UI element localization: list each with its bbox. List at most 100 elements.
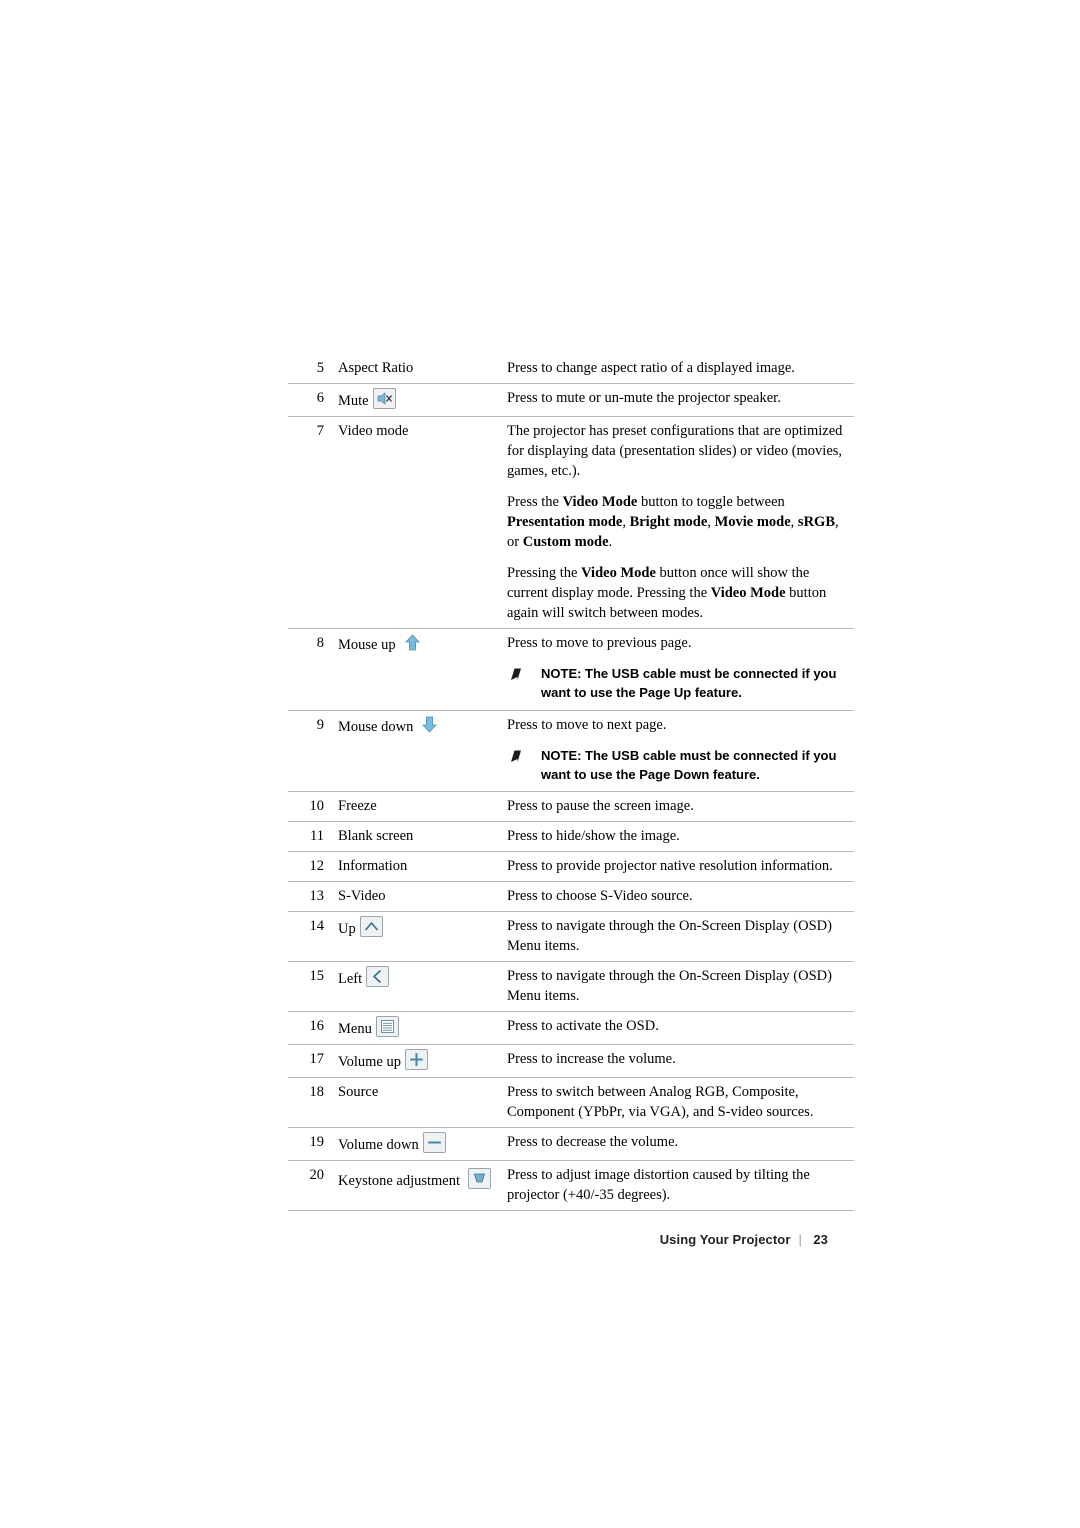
row-description: Press to decrease the volume. (499, 1127, 854, 1162)
document-page: 5 Aspect Ratio Press to change aspect rati… (0, 0, 1080, 1528)
row-number: 11 (288, 821, 332, 853)
table-row: 6 Mute Press to mute or un-mute the projec… (288, 383, 854, 417)
feature-label: Freeze (338, 798, 377, 815)
page-footer: Using Your Projector | 23 (288, 1232, 828, 1247)
row-number: 14 (288, 911, 332, 963)
menu-icon (375, 1016, 399, 1038)
row-feature-name: Freeze (332, 791, 499, 823)
up-caret-icon (359, 916, 383, 938)
row-feature-name: Menu (332, 1011, 499, 1046)
feature-label: Information (338, 858, 408, 875)
keystone-icon (468, 1168, 492, 1190)
row-number: 8 (288, 628, 332, 711)
row-number: 16 (288, 1011, 332, 1046)
row-number: 7 (288, 416, 332, 629)
feature-label: Menu (338, 1021, 372, 1038)
feature-label: Mouse up (338, 637, 396, 653)
row-description: Press to pause the screen image. (499, 791, 854, 823)
row-number: 18 (288, 1077, 332, 1129)
table-row: 10 Freeze Press to pause the screen image. (288, 791, 854, 823)
footer-separator: | (798, 1232, 802, 1247)
description-paragraph: Press to increase the volume. (507, 1051, 676, 1068)
table-row: 13 S-Video Press to choose S-Video source. (288, 881, 854, 913)
row-number: 12 (288, 851, 332, 883)
footer-section-title: Using Your Projector (659, 1232, 791, 1247)
row-feature-name: Aspect Ratio (332, 354, 499, 384)
description-paragraph: Press to adjust image distortion caused … (507, 1167, 810, 1204)
row-feature-name: Mouse up (332, 628, 499, 711)
description-paragraph: Press to choose S-Video source. (507, 888, 693, 905)
row-description: Press to navigate through the On-Screen … (499, 961, 854, 1013)
row-description: Press to adjust image distortion caused … (499, 1160, 854, 1212)
table-row: 14 Up Press to navigate through the On-Scr… (288, 911, 854, 963)
note-callout: NOTE: The USB cable must be connected if… (507, 665, 850, 703)
row-description: Press to activate the OSD. (499, 1011, 854, 1046)
row-feature-name: Volume down (332, 1127, 499, 1162)
table-row: 18 Source Press to switch between Analog R… (288, 1077, 854, 1129)
row-feature-name: Source (332, 1077, 499, 1129)
row-feature-name: Mute (332, 383, 499, 417)
row-number: 19 (288, 1127, 332, 1162)
row-feature-name: Video mode (332, 416, 499, 629)
note-text: NOTE: The USB cable must be connected if… (541, 747, 837, 782)
spec-table: 5 Aspect Ratio Press to change aspect rati… (288, 354, 854, 1212)
note-pencil-icon (509, 666, 533, 684)
arrow-down-icon (418, 715, 442, 735)
note-callout: NOTE: The USB cable must be connected if… (507, 747, 850, 785)
feature-label: Up (338, 921, 356, 938)
row-feature-name: Volume up (332, 1044, 499, 1079)
row-description: Press to choose S-Video source. (499, 881, 854, 913)
row-description: Press to switch between Analog RGB, Comp… (499, 1077, 854, 1129)
feature-label: S-Video (338, 888, 386, 905)
table-body: 5 Aspect Ratio Press to change aspect rati… (288, 354, 854, 1212)
feature-label: Source (338, 1084, 379, 1101)
feature-label: Left (338, 971, 363, 988)
row-number: 15 (288, 961, 332, 1013)
description-paragraph: Press to move to previous page. (507, 635, 692, 651)
row-feature-name: Keystone adjustment (332, 1160, 499, 1212)
table-row: 20 Keystone adjustment Press to adjust ima… (288, 1160, 854, 1212)
table-row: 11 Blank screen Press to hide/show the ima… (288, 821, 854, 853)
row-number: 6 (288, 383, 332, 417)
table-row: 17 Volume up Press to increase the volume. (288, 1044, 854, 1079)
note-pencil-icon (509, 748, 533, 766)
row-feature-name: S-Video (332, 881, 499, 913)
table-row: 15 Left Press to navigate through the On-S… (288, 961, 854, 1013)
mute-icon (372, 388, 396, 409)
row-number: 5 (288, 354, 332, 384)
description-paragraph: Press to switch between Analog RGB, Comp… (507, 1084, 814, 1121)
row-feature-name: Information (332, 851, 499, 883)
row-description: Press to move to previous page. NOTE: The… (499, 628, 854, 711)
row-description: Press to provide projector native resolu… (499, 851, 854, 883)
description-paragraph: Press to navigate through the On-Screen … (507, 968, 832, 1005)
feature-label: Keystone adjustment (338, 1173, 461, 1190)
arrow-up-icon (401, 633, 425, 653)
description-paragraph: The projector has preset configurations … (507, 423, 843, 479)
row-feature-name: Mouse down (332, 710, 499, 793)
row-number: 10 (288, 791, 332, 823)
description-paragraph: Pressing the Video Mode button once will… (507, 565, 827, 621)
feature-label: Video mode (338, 423, 409, 439)
row-description: Press to increase the volume. (499, 1044, 854, 1079)
note-text: NOTE: The USB cable must be connected if… (541, 666, 837, 700)
description-paragraph: Press to provide projector native resolu… (507, 858, 833, 875)
feature-label: Mouse down (338, 718, 414, 735)
feature-label: Volume down (338, 1137, 419, 1154)
description-paragraph: Press to hide/show the image. (507, 828, 680, 845)
minus-icon (422, 1132, 446, 1154)
description-paragraph: Press to navigate through the On-Screen … (507, 918, 832, 955)
plus-icon (404, 1049, 428, 1071)
row-description: The projector has preset configurations … (499, 416, 854, 629)
table-row: 5 Aspect Ratio Press to change aspect rati… (288, 354, 854, 384)
description-paragraph: Press to pause the screen image. (507, 798, 694, 815)
row-number: 20 (288, 1160, 332, 1212)
row-description: Press to move to next page. NOTE: The USB… (499, 710, 854, 793)
description-paragraph: Press to activate the OSD. (507, 1018, 659, 1035)
row-description: Press to hide/show the image. (499, 821, 854, 853)
table-row: 12 Information Press to provide projector … (288, 851, 854, 883)
description-paragraph: Press to move to next page. (507, 716, 667, 733)
description-paragraph: Press to decrease the volume. (507, 1134, 679, 1151)
footer-page-number: 23 (813, 1232, 828, 1247)
table-row: 8 Mouse up Press to move to previous page.… (288, 628, 854, 711)
feature-label: Blank screen (338, 828, 414, 845)
